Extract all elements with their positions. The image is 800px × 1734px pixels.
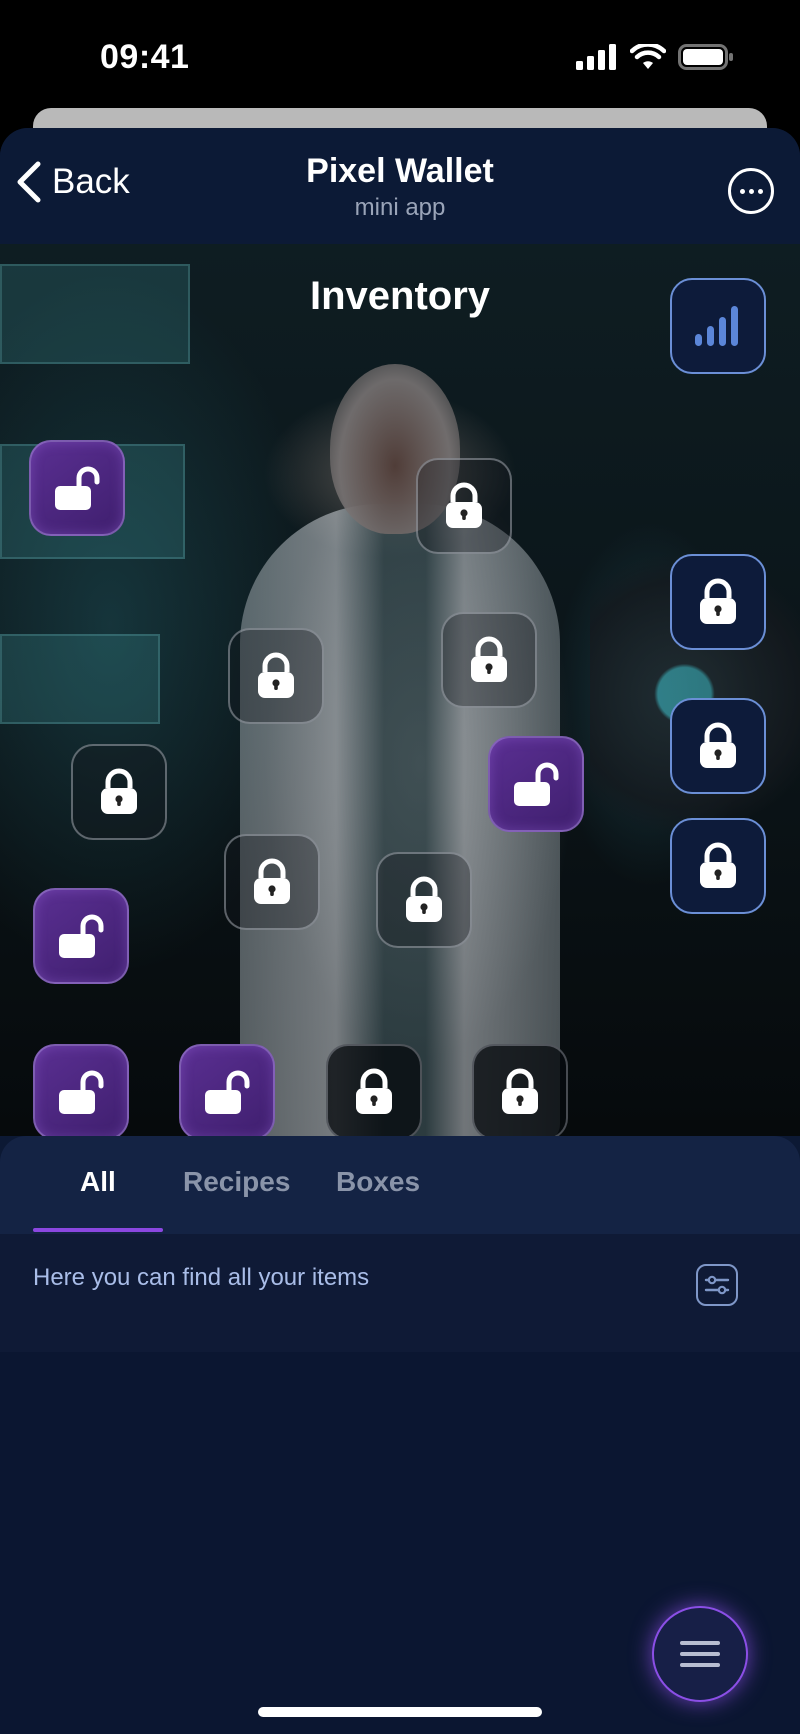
padlock-icon — [467, 636, 511, 684]
mini-app-sheet: Back Pixel Wallet mini app Inventory All… — [0, 128, 800, 1734]
app-title: Pixel Wallet — [306, 152, 494, 190]
inventory-slot-4-locked[interactable] — [441, 612, 537, 708]
inventory-slot-5-locked[interactable] — [71, 744, 167, 840]
status-icons — [576, 44, 734, 70]
padlock-icon — [402, 876, 446, 924]
tabs-bar: All Recipes Boxes — [0, 1136, 800, 1234]
inventory-slot-8-locked[interactable] — [376, 852, 472, 948]
tab-all[interactable]: All — [80, 1166, 116, 1198]
menu-line-icon — [680, 1641, 720, 1645]
padlock-icon — [498, 1068, 542, 1116]
stats-button[interactable] — [670, 278, 766, 374]
inventory-slot-1-unlocked[interactable] — [29, 440, 125, 536]
unlocked-padlock-icon — [203, 1068, 251, 1116]
tab-boxes[interactable]: Boxes — [336, 1166, 420, 1198]
padlock-icon — [696, 578, 740, 626]
more-button[interactable] — [728, 168, 774, 214]
more-dot-icon — [748, 188, 754, 194]
inventory-slot-15-locked[interactable] — [670, 698, 766, 794]
padlock-icon — [97, 768, 141, 816]
more-dot-icon — [757, 188, 763, 194]
status-bar: 09:41 — [0, 0, 800, 110]
filter-icon — [704, 1275, 730, 1295]
inventory-slot-14-locked[interactable] — [670, 554, 766, 650]
inventory-slot-7-locked[interactable] — [224, 834, 320, 930]
menu-button[interactable] — [652, 1606, 748, 1702]
inventory-slot-11-unlocked[interactable] — [179, 1044, 275, 1136]
padlock-icon — [442, 482, 486, 530]
padlock-icon — [254, 652, 298, 700]
home-indicator — [258, 1707, 542, 1717]
padlock-icon — [250, 858, 294, 906]
inventory-slot-9-unlocked[interactable] — [33, 888, 129, 984]
status-time: 09:41 — [100, 38, 190, 76]
bar-chart-icon — [695, 306, 738, 346]
app-header: Back Pixel Wallet mini app — [0, 128, 800, 244]
menu-line-icon — [680, 1652, 720, 1656]
inventory-slot-16-locked[interactable] — [670, 818, 766, 914]
inventory-slot-2-locked[interactable] — [416, 458, 512, 554]
more-dot-icon — [739, 188, 745, 194]
unlocked-padlock-icon — [512, 760, 560, 808]
inventory-slot-12-locked[interactable] — [326, 1044, 422, 1136]
signal-icon — [576, 44, 616, 70]
inventory-scene: Inventory — [0, 244, 800, 1136]
app-subtitle: mini app — [354, 194, 446, 221]
background-monitor — [0, 634, 160, 724]
inventory-slot-3-locked[interactable] — [228, 628, 324, 724]
filter-button[interactable] — [696, 1264, 738, 1306]
wifi-icon — [630, 44, 666, 69]
active-tab-indicator — [33, 1228, 163, 1232]
menu-line-icon — [680, 1663, 720, 1667]
inventory-slot-6-unlocked[interactable] — [488, 736, 584, 832]
unlocked-padlock-icon — [57, 912, 105, 960]
inventory-slot-13-locked[interactable] — [472, 1044, 568, 1136]
padlock-icon — [696, 722, 740, 770]
info-row: Here you can find all your items — [0, 1234, 800, 1352]
info-text: Here you can find all your items — [33, 1264, 370, 1291]
padlock-icon — [352, 1068, 396, 1116]
padlock-icon — [696, 842, 740, 890]
inventory-slot-10-unlocked[interactable] — [33, 1044, 129, 1136]
tab-recipes[interactable]: Recipes — [183, 1166, 290, 1198]
unlocked-padlock-icon — [57, 1068, 105, 1116]
battery-icon — [678, 44, 733, 70]
unlocked-padlock-icon — [53, 464, 101, 512]
